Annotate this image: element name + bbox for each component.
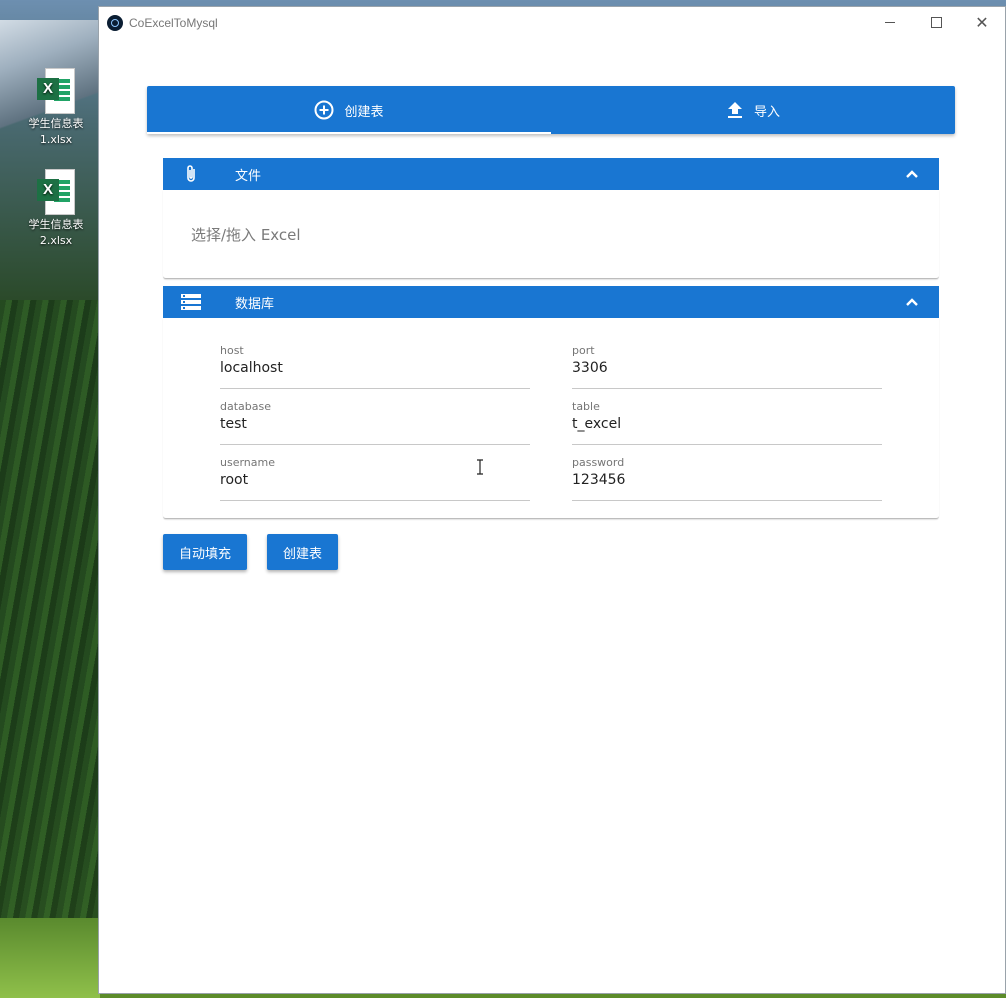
upload-icon xyxy=(726,101,744,119)
close-button[interactable]: ✕ xyxy=(959,7,1005,38)
database-field: database xyxy=(220,398,530,445)
table-label: table xyxy=(572,400,600,413)
app-logo-icon xyxy=(107,14,123,31)
close-icon: ✕ xyxy=(975,13,989,32)
database-label: database xyxy=(220,400,271,413)
password-label: password xyxy=(572,456,625,469)
file-panel-header[interactable]: 文件 xyxy=(163,158,939,190)
tab-label: 创建表 xyxy=(344,104,384,120)
excel-file-icon: X xyxy=(37,169,75,215)
db-panel-title: 数据库 xyxy=(235,296,275,312)
maximize-icon xyxy=(930,17,942,28)
db-panel-body: host port database table username passwo… xyxy=(163,318,939,519)
desktop: X 学生信息表 1.xlsx X 学生信息表 2.xlsx xyxy=(0,0,100,998)
tab-label: 导入 xyxy=(753,104,780,120)
tab-bar: 创建表 导入 xyxy=(147,86,955,134)
desktop-file-icon-2[interactable]: X 学生信息表 2.xlsx xyxy=(22,169,90,249)
minimize-icon xyxy=(885,22,895,23)
desktop-file-label: 学生信息表 xyxy=(28,218,84,231)
title-bar[interactable]: CoExcelToMysql ✕ xyxy=(99,7,1005,38)
desktop-wallpaper-trees xyxy=(0,300,100,998)
host-label: host xyxy=(220,344,244,357)
excel-dropzone[interactable]: 选择/拖入 Excel xyxy=(191,224,301,245)
port-input[interactable] xyxy=(572,360,882,376)
table-input[interactable] xyxy=(572,416,882,432)
tab-create-table[interactable]: 创建表 xyxy=(147,86,551,134)
desktop-file-icon-1[interactable]: X 学生信息表 1.xlsx xyxy=(22,68,90,148)
storage-icon xyxy=(163,294,219,310)
file-panel-body: 选择/拖入 Excel xyxy=(163,190,939,279)
desktop-file-label: 学生信息表 xyxy=(28,117,84,130)
window-title: CoExcelToMysql xyxy=(129,15,218,30)
host-field: host xyxy=(220,342,530,389)
table-field: table xyxy=(572,398,882,445)
password-field: password xyxy=(572,454,882,501)
create-table-button[interactable]: 创建表 xyxy=(267,534,339,570)
db-panel-header[interactable]: 数据库 xyxy=(163,286,939,318)
tab-import[interactable]: 导入 xyxy=(551,86,955,134)
file-panel-title: 文件 xyxy=(235,168,262,184)
add-circle-icon xyxy=(314,100,334,120)
autofill-button[interactable]: 自动填充 xyxy=(163,534,248,570)
minimize-button[interactable] xyxy=(867,7,913,38)
port-field: port xyxy=(572,342,882,389)
host-input[interactable] xyxy=(220,360,530,376)
paperclip-icon xyxy=(163,164,219,184)
maximize-button[interactable] xyxy=(913,7,959,38)
port-label: port xyxy=(572,344,595,357)
database-input[interactable] xyxy=(220,416,530,432)
chevron-up-icon[interactable] xyxy=(905,167,919,185)
desktop-file-ext: 2.xlsx xyxy=(39,234,73,247)
desktop-file-ext: 1.xlsx xyxy=(39,133,73,146)
chevron-up-icon[interactable] xyxy=(905,295,919,313)
excel-file-icon: X xyxy=(37,68,75,114)
desktop-wallpaper-grass xyxy=(0,918,100,998)
text-cursor-icon xyxy=(477,459,483,475)
password-input[interactable] xyxy=(572,472,882,488)
app-window: CoExcelToMysql ✕ 创建表 导入 文件 选择/拖入 Excel 数… xyxy=(99,7,1005,993)
